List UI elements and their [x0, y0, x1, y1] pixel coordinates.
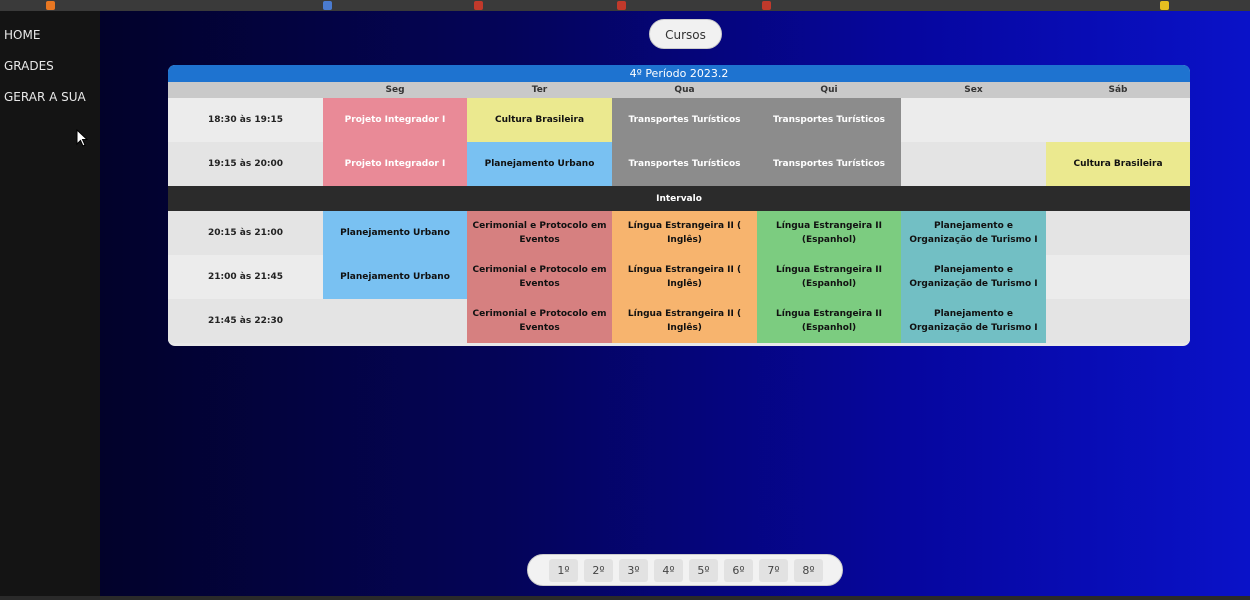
time-row: 19:15 às 20:00 Projeto Integrador I Plan… [168, 142, 1190, 186]
class-cell: Língua Estrangeira II (Espanhol) [757, 255, 901, 299]
time-row: 18:30 às 19:15 Projeto Integrador I Cult… [168, 98, 1190, 142]
class-cell [323, 299, 467, 343]
day-header-sab: Sáb [1046, 82, 1190, 98]
class-cell: Língua Estrangeira II ( Inglês) [612, 299, 757, 343]
sidebar: HOME GRADES GERAR A SUA [0, 11, 100, 596]
time-row: 21:45 às 22:30 Cerimonial e Protocolo em… [168, 299, 1190, 343]
class-cell: Língua Estrangeira II (Espanhol) [757, 299, 901, 343]
schedule-title: 4º Período 2023.2 [168, 65, 1190, 82]
window-bottom-edge [0, 596, 1250, 600]
page-button-8[interactable]: 8º [794, 559, 823, 582]
day-header-ter: Ter [467, 82, 612, 98]
nav-gerar-a-sua[interactable]: GERAR A SUA [0, 87, 100, 118]
day-header-sex: Sex [901, 82, 1046, 98]
class-cell: Transportes Turísticos [612, 142, 757, 186]
page-button-6[interactable]: 6º [724, 559, 753, 582]
bookmark-icon[interactable] [617, 1, 626, 10]
bookmark-icon[interactable] [46, 1, 55, 10]
schedule-card: 4º Período 2023.2 Seg Ter Qua Qui Sex Sá… [168, 65, 1190, 346]
class-cell: Planejamento e Organização de Turismo I [901, 211, 1046, 255]
page-button-3[interactable]: 3º [619, 559, 648, 582]
class-cell: Planejamento e Organização de Turismo I [901, 299, 1046, 343]
page-button-7[interactable]: 7º [759, 559, 788, 582]
schedule-table: Seg Ter Qua Qui Sex Sáb 18:30 às 19:15 P… [168, 82, 1190, 343]
class-cell [1046, 299, 1190, 343]
bookmark-icon[interactable] [474, 1, 483, 10]
class-cell: Planejamento e Organização de Turismo I [901, 255, 1046, 299]
class-cell: Língua Estrangeira II ( Inglês) [612, 255, 757, 299]
class-cell [901, 142, 1046, 186]
class-cell [1046, 211, 1190, 255]
class-cell: Cerimonial e Protocolo em Eventos [467, 211, 612, 255]
period-pager: 1º 2º 3º 4º 5º 6º 7º 8º [527, 554, 843, 586]
class-cell: Planejamento Urbano [467, 142, 612, 186]
class-cell: Transportes Turísticos [757, 98, 901, 142]
class-cell [901, 98, 1046, 142]
cursos-button[interactable]: Cursos [649, 19, 722, 49]
page-button-4[interactable]: 4º [654, 559, 683, 582]
class-cell: Cerimonial e Protocolo em Eventos [467, 299, 612, 343]
day-header-qui: Qui [757, 82, 901, 98]
page-button-5[interactable]: 5º [689, 559, 718, 582]
day-header-blank [168, 82, 323, 98]
bookmark-icon[interactable] [323, 1, 332, 10]
class-cell: Transportes Turísticos [757, 142, 901, 186]
class-cell: Projeto Integrador I [323, 98, 467, 142]
class-cell: Planejamento Urbano [323, 211, 467, 255]
time-slot: 18:30 às 19:15 [168, 98, 323, 142]
time-slot: 20:15 às 21:00 [168, 211, 323, 255]
day-header-seg: Seg [323, 82, 467, 98]
class-cell: Língua Estrangeira II (Espanhol) [757, 211, 901, 255]
class-cell: Cultura Brasileira [1046, 142, 1190, 186]
class-cell: Transportes Turísticos [612, 98, 757, 142]
nav-grades[interactable]: GRADES [0, 56, 100, 87]
class-cell: Projeto Integrador I [323, 142, 467, 186]
bookmark-icon[interactable] [762, 1, 771, 10]
bookmark-icon[interactable] [1160, 1, 1169, 10]
day-header-qua: Qua [612, 82, 757, 98]
day-header-row: Seg Ter Qua Qui Sex Sáb [168, 82, 1190, 98]
break-label: Intervalo [168, 186, 1190, 211]
nav-home[interactable]: HOME [0, 25, 100, 56]
class-cell: Cultura Brasileira [467, 98, 612, 142]
mouse-cursor-icon [76, 129, 88, 147]
time-slot: 21:00 às 21:45 [168, 255, 323, 299]
class-cell [1046, 255, 1190, 299]
time-slot: 21:45 às 22:30 [168, 299, 323, 343]
class-cell: Língua Estrangeira II ( Inglês) [612, 211, 757, 255]
time-row: 20:15 às 21:00 Planejamento Urbano Cerim… [168, 211, 1190, 255]
page-button-2[interactable]: 2º [584, 559, 613, 582]
time-slot: 19:15 às 20:00 [168, 142, 323, 186]
time-row: 21:00 às 21:45 Planejamento Urbano Cerim… [168, 255, 1190, 299]
page-button-1[interactable]: 1º [549, 559, 578, 582]
class-cell: Cerimonial e Protocolo em Eventos [467, 255, 612, 299]
break-row: Intervalo [168, 186, 1190, 211]
class-cell [1046, 98, 1190, 142]
class-cell: Planejamento Urbano [323, 255, 467, 299]
